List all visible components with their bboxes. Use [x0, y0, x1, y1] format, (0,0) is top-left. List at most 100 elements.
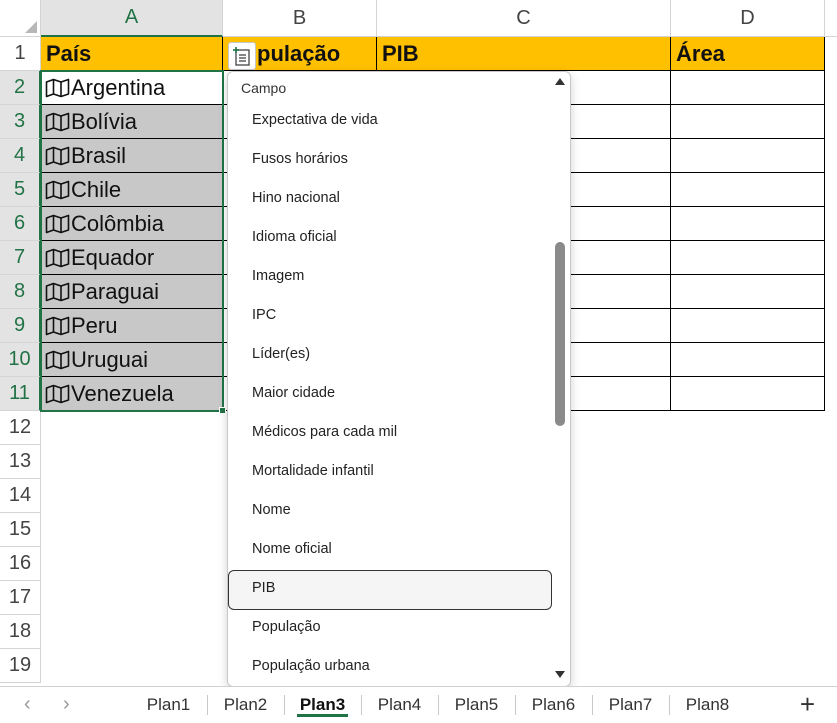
row-header-7[interactable]: 7 [0, 241, 41, 275]
select-all-corner[interactable] [0, 0, 41, 37]
row-header-5[interactable]: 5 [0, 173, 41, 207]
country-cell[interactable]: Equador [41, 241, 223, 275]
scroll-down-icon[interactable] [555, 671, 565, 678]
cell-d10[interactable] [671, 343, 825, 377]
cell-a18[interactable] [41, 615, 223, 649]
cell-a13[interactable] [41, 445, 223, 479]
cell-a1[interactable]: País [41, 37, 223, 71]
column-header-d[interactable]: D [671, 0, 825, 37]
sheet-tab-plan2[interactable]: Plan2 [208, 687, 283, 723]
sheet-tab-plan8[interactable]: Plan8 [670, 687, 745, 723]
dropdown-item[interactable]: Maior cidade [252, 381, 335, 405]
prev-sheet-button[interactable]: ‹ [24, 693, 31, 716]
row-header-17[interactable]: 17 [0, 581, 41, 615]
map-icon [45, 248, 70, 268]
cell-d17[interactable] [671, 581, 825, 615]
cell-d18[interactable] [671, 615, 825, 649]
cell-d5[interactable] [671, 173, 825, 207]
cell-d9[interactable] [671, 309, 825, 343]
cell-a12[interactable] [41, 411, 223, 445]
country-cell[interactable]: Peru [41, 309, 223, 343]
cell-d19[interactable] [671, 649, 825, 683]
cell-d14[interactable] [671, 479, 825, 513]
row-header-6[interactable]: 6 [0, 207, 41, 241]
dropdown-item[interactable]: IPC [252, 303, 276, 327]
column-header-e[interactable] [825, 0, 837, 37]
dropdown-item[interactable]: Mortalidade infantil [252, 459, 374, 483]
cell-a16[interactable] [41, 547, 223, 581]
scrollbar-thumb[interactable] [555, 242, 565, 426]
field-dropdown[interactable]: Campo Expectativa de vida Fusos horários H… [227, 71, 571, 687]
dropdown-scrollbar[interactable] [550, 72, 570, 686]
cell-d7[interactable] [671, 241, 825, 275]
row-header-13[interactable]: 13 [0, 445, 41, 479]
cell-d2[interactable] [671, 71, 825, 105]
cell-d11[interactable] [671, 377, 825, 411]
add-sheet-button[interactable]: + [800, 689, 815, 720]
country-cell[interactable]: Uruguai [41, 343, 223, 377]
dropdown-item[interactable]: Idioma oficial [252, 225, 337, 249]
dropdown-item-selected[interactable]: PIB [228, 570, 552, 610]
row-header-12[interactable]: 12 [0, 411, 41, 445]
next-sheet-button[interactable]: › [63, 693, 70, 716]
cell-d12[interactable] [671, 411, 825, 445]
country-cell[interactable]: Brasil [41, 139, 223, 173]
cell-d8[interactable] [671, 275, 825, 309]
row-header-10[interactable]: 10 [0, 343, 41, 377]
row-header-15[interactable]: 15 [0, 513, 41, 547]
cell-a17[interactable] [41, 581, 223, 615]
row-header-19[interactable]: 19 [0, 649, 41, 683]
row-header-2[interactable]: 2 [0, 71, 41, 105]
sheet-tab-plan1[interactable]: Plan1 [131, 687, 206, 723]
row-header-11[interactable]: 11 [0, 377, 41, 411]
dropdown-item[interactable]: Expectativa de vida [252, 108, 378, 132]
insert-data-button[interactable] [228, 42, 256, 70]
row-header-3[interactable]: 3 [0, 105, 41, 139]
row-header-1[interactable]: 1 [0, 37, 41, 71]
dropdown-item[interactable]: Médicos para cada mil [252, 420, 397, 444]
cell-c1[interactable]: PIB [377, 37, 671, 71]
row-header-14[interactable]: 14 [0, 479, 41, 513]
sheet-tab-plan4[interactable]: Plan4 [362, 687, 437, 723]
dropdown-item[interactable]: Líder(es) [252, 342, 310, 366]
cell-d6[interactable] [671, 207, 825, 241]
dropdown-item[interactable]: Fusos horários [252, 147, 348, 171]
dropdown-item[interactable]: Nome oficial [252, 537, 332, 561]
country-cell[interactable]: Paraguai [41, 275, 223, 309]
row-header-16[interactable]: 16 [0, 547, 41, 581]
row-header-18[interactable]: 18 [0, 615, 41, 649]
cell-d15[interactable] [671, 513, 825, 547]
cell-d13[interactable] [671, 445, 825, 479]
cell-d1[interactable]: Área [671, 37, 825, 71]
country-cell[interactable]: Colômbia [41, 207, 223, 241]
row-header-4[interactable]: 4 [0, 139, 41, 173]
dropdown-item[interactable]: População [252, 615, 321, 639]
country-cell[interactable]: Bolívia [41, 105, 223, 139]
sheet-tab-plan3[interactable]: Plan3 [285, 687, 360, 723]
sheet-tab-plan5[interactable]: Plan5 [439, 687, 514, 723]
country-name: Venezuela [71, 380, 174, 406]
cell-a14[interactable] [41, 479, 223, 513]
cell-d16[interactable] [671, 547, 825, 581]
dropdown-item[interactable]: População urbana [252, 654, 370, 678]
cell-d3[interactable] [671, 105, 825, 139]
column-header-c[interactable]: C [377, 0, 671, 37]
dropdown-item[interactable]: Imagem [252, 264, 304, 288]
column-header-b[interactable]: B [223, 0, 377, 37]
row-header-9[interactable]: 9 [0, 309, 41, 343]
country-cell[interactable]: Venezuela [41, 377, 223, 411]
country-cell[interactable]: Chile [41, 173, 223, 207]
cell-a15[interactable] [41, 513, 223, 547]
fill-handle[interactable] [219, 407, 226, 414]
map-icon [45, 350, 70, 370]
cell-d4[interactable] [671, 139, 825, 173]
sheet-tab-plan6[interactable]: Plan6 [516, 687, 591, 723]
country-cell[interactable]: Argentina [41, 71, 223, 105]
dropdown-item[interactable]: Nome [252, 498, 291, 522]
row-header-8[interactable]: 8 [0, 275, 41, 309]
column-header-a[interactable]: A [41, 0, 223, 37]
cell-a19[interactable] [41, 649, 223, 683]
dropdown-item[interactable]: Hino nacional [252, 186, 340, 210]
sheet-tab-plan7[interactable]: Plan7 [593, 687, 668, 723]
scroll-up-icon[interactable] [555, 78, 565, 85]
